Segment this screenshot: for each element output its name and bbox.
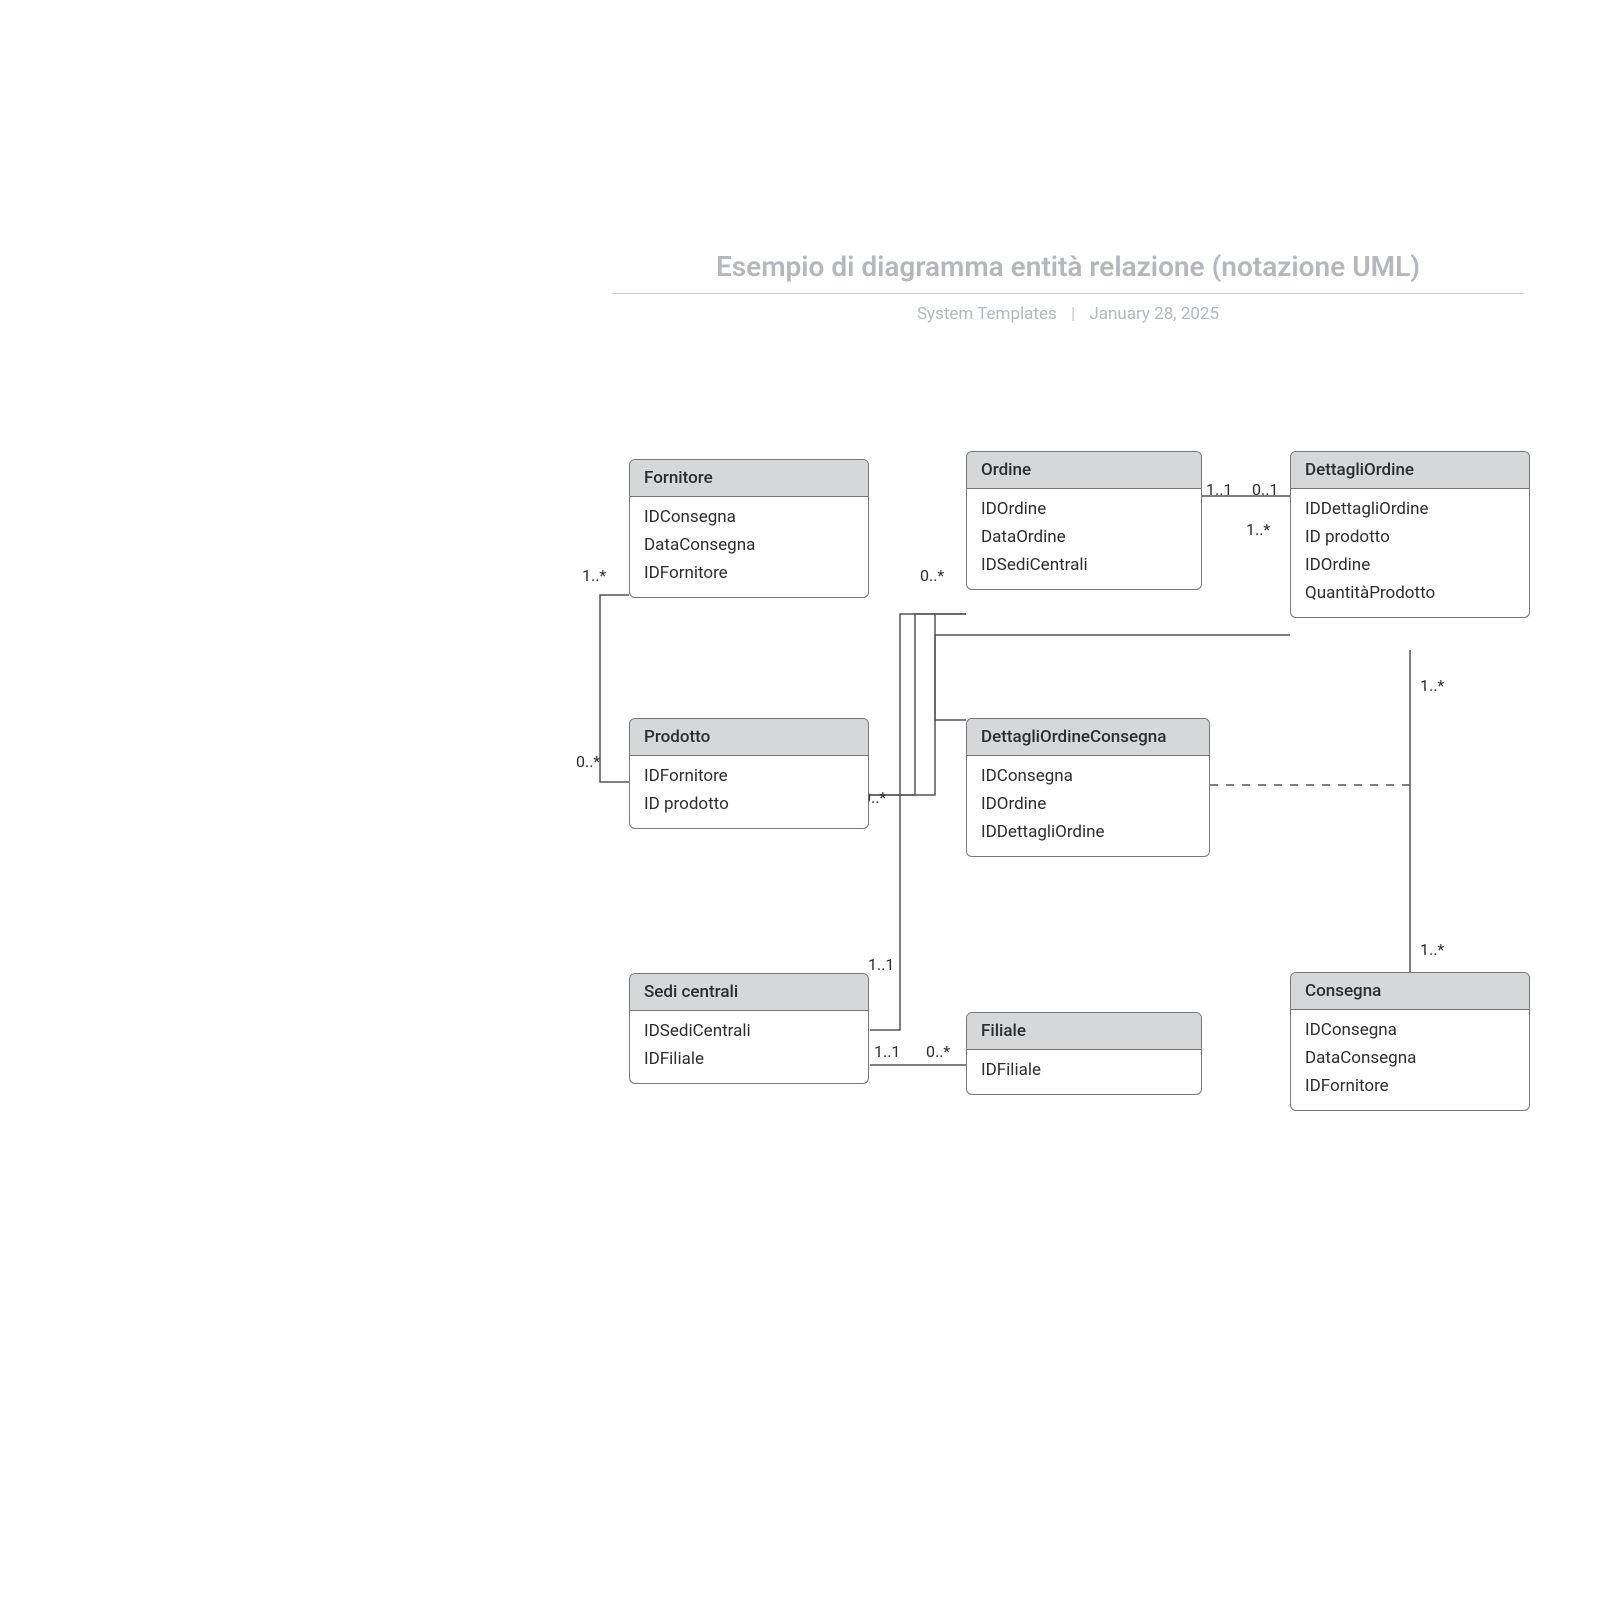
subtitle-date: January 28, 2025 [1089,304,1219,324]
entity-prodotto-body: IDFornitore ID prodotto [630,756,868,828]
attr: IDFornitore [644,559,854,587]
subtitle-separator: | [1071,304,1075,324]
entity-prodotto[interactable]: Prodotto IDFornitore ID prodotto [629,718,869,829]
attr: IDFornitore [1305,1072,1515,1100]
attr: IDOrdine [981,790,1195,818]
entity-ordine-body: IDOrdine DataOrdine IDSediCentrali [967,489,1201,589]
entity-dettagli-ordine[interactable]: DettagliOrdine IDDettagliOrdine ID prodo… [1290,451,1530,618]
attr: IDOrdine [1305,551,1515,579]
entity-dettagli-ordine-consegna[interactable]: DettagliOrdineConsegna IDConsegna IDOrdi… [966,718,1210,857]
diagram-subtitle: System Templates | January 28, 2025 [612,304,1524,324]
attr: DataConsegna [1305,1044,1515,1072]
diagram-header: Esempio di diagramma entità relazione (n… [612,250,1524,324]
mult-dettagli-left: 0..1 [1252,480,1278,499]
attr: IDConsegna [981,762,1195,790]
entity-fornitore-title: Fornitore [630,460,868,497]
entity-doc-body: IDConsegna IDOrdine IDDettagliOrdine [967,756,1209,856]
entity-ordine[interactable]: Ordine IDOrdine DataOrdine IDSediCentral… [966,451,1202,590]
mult-dettagli-down: 1..* [1420,676,1444,695]
mult-ordine-right: 1..1 [1206,480,1232,499]
mult-sedi-ordine: 1..1 [868,955,894,974]
mult-sedi-filiale-left: 1..1 [874,1042,900,1061]
attr: IDFiliale [981,1056,1187,1084]
mult-fornitore-bottom: 0..* [576,752,600,771]
mult-fornitore-top: 1..* [582,566,606,585]
attr: DataOrdine [981,523,1187,551]
attr: IDFiliale [644,1045,854,1073]
attr: ID prodotto [644,790,854,818]
entity-prodotto-title: Prodotto [630,719,868,756]
entity-sedi-centrali[interactable]: Sedi centrali IDSediCentrali IDFiliale [629,973,869,1084]
attr: IDSediCentrali [644,1017,854,1045]
entity-ordine-title: Ordine [967,452,1201,489]
mult-ordine-in: 0..* [920,566,944,585]
entity-fornitore[interactable]: Fornitore IDConsegna DataConsegna IDForn… [629,459,869,598]
attr: DataConsegna [644,531,854,559]
mult-sedi-filiale-right: 0..* [926,1042,950,1061]
entity-consegna-title: Consegna [1291,973,1529,1010]
attr: IDConsegna [644,503,854,531]
entity-sedi-centrali-title: Sedi centrali [630,974,868,1011]
attr: IDDettagliOrdine [1305,495,1515,523]
entity-doc-title: DettagliOrdineConsegna [967,719,1209,756]
attr: QuantitàProdotto [1305,579,1515,607]
diagram-title: Esempio di diagramma entità relazione (n… [612,250,1524,294]
entity-filiale[interactable]: Filiale IDFiliale [966,1012,1202,1095]
attr: ID prodotto [1305,523,1515,551]
entity-consegna[interactable]: Consegna IDConsegna DataConsegna IDForni… [1290,972,1530,1111]
entity-sedi-centrali-body: IDSediCentrali IDFiliale [630,1011,868,1083]
attr: IDSediCentrali [981,551,1187,579]
entity-consegna-body: IDConsegna DataConsegna IDFornitore [1291,1010,1529,1110]
attr: IDConsegna [1305,1016,1515,1044]
entity-fornitore-body: IDConsegna DataConsegna IDFornitore [630,497,868,597]
mult-consegna-up: 1..* [1420,940,1444,959]
attr: IDDettagliOrdine [981,818,1195,846]
entity-dettagli-ordine-body: IDDettagliOrdine ID prodotto IDOrdine Qu… [1291,489,1529,617]
attr: IDOrdine [981,495,1187,523]
entity-filiale-body: IDFiliale [967,1050,1201,1094]
entity-filiale-title: Filiale [967,1013,1201,1050]
entity-dettagli-ordine-title: DettagliOrdine [1291,452,1529,489]
mult-dettagli-list: 1..* [1246,520,1270,539]
subtitle-author: System Templates [917,304,1057,324]
attr: IDFornitore [644,762,854,790]
